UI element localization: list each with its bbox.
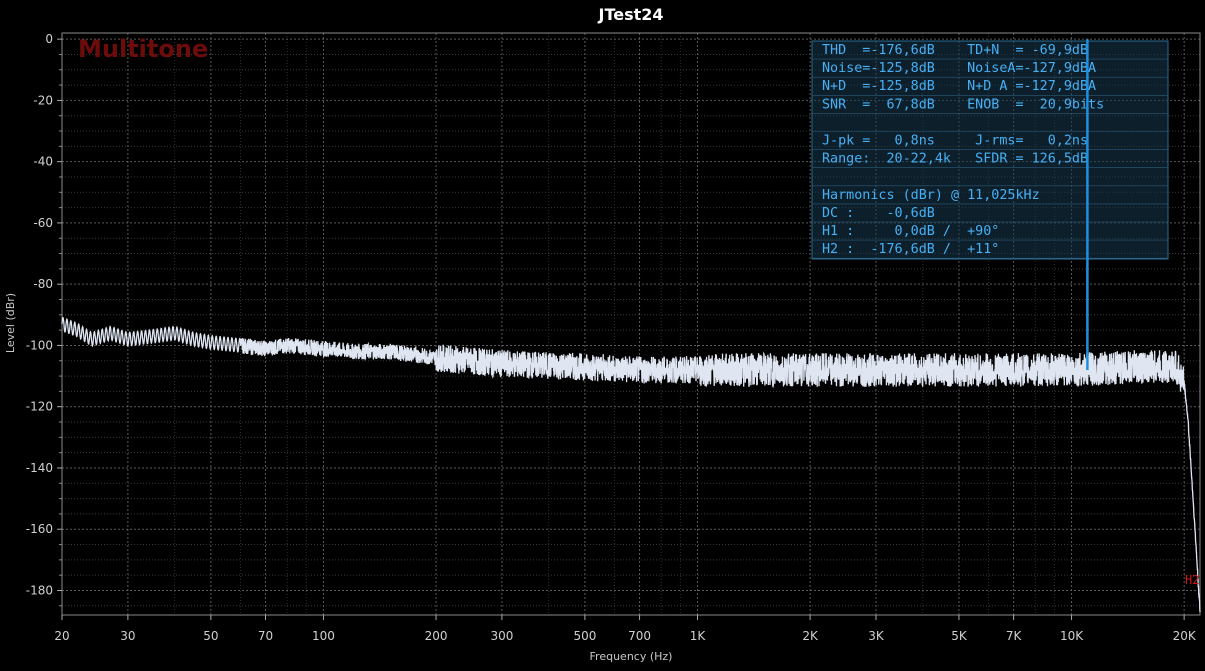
y-tick-label: -120 <box>26 400 53 414</box>
stats-line: Range: 20-22,4k SFDR = 126,5dB <box>822 152 1088 167</box>
y-axis-label: Level (dBr) <box>4 293 17 353</box>
stats-line: SNR = 67,8dB ENOB = 20,9bits <box>822 97 1104 112</box>
stats-line: J-pk = 0,8ns J-rms= 0,2ns <box>822 134 1088 149</box>
x-tick-label: 200 <box>425 629 448 643</box>
x-tick-label: 50 <box>203 629 218 643</box>
x-tick-label: 1K <box>690 629 707 643</box>
y-tick-label: -60 <box>33 216 53 230</box>
x-tick-label: 7K <box>1006 629 1023 643</box>
y-tick-label: -100 <box>26 338 53 352</box>
stats-line: H1 : 0,0dB / +90° <box>822 224 999 239</box>
y-tick-label: -40 <box>33 155 53 169</box>
stats-line: N+D =-125,8dB N+D A =-127,9dBA <box>822 79 1096 94</box>
x-tick-label: 20K <box>1173 629 1197 643</box>
y-tick-label: -80 <box>33 277 53 291</box>
stats-line: Noise=-125,8dB NoiseA=-127,9dBA <box>822 61 1096 76</box>
x-tick-label: 20 <box>54 629 69 643</box>
watermark: Multitone <box>78 35 208 63</box>
stats-line: THD =-176,6dB TD+N = -69,9dB <box>822 43 1088 58</box>
x-tick-label: 10K <box>1060 629 1084 643</box>
x-tick-label: 5K <box>951 629 968 643</box>
stats-line: DC : -0,6dB <box>822 206 935 221</box>
y-tick-label: 0 <box>45 32 53 46</box>
y-tick-label: -20 <box>33 93 53 107</box>
x-tick-label: 100 <box>312 629 335 643</box>
stats-box: THD =-176,6dB TD+N = -69,9dB Noise=-125,8… <box>811 40 1169 260</box>
x-tick-label: 500 <box>573 629 596 643</box>
marker-h2-label: H2 <box>1185 573 1199 587</box>
stats-line: H2 : -176,6dB / +11° <box>822 242 999 257</box>
y-tick-label: -140 <box>26 461 53 475</box>
markers-layer: H2 <box>1185 573 1199 587</box>
x-tick-label: 3K <box>868 629 885 643</box>
spectrum-chart: JTest24 Multitone 0 -20 -40 -60 -80 -100 -120 -… <box>0 0 1205 671</box>
stats-line: Harmonics (dBr) @ 11,025kHz <box>822 188 1040 203</box>
x-tick-label: 30 <box>120 629 135 643</box>
x-tick-label: 70 <box>258 629 273 643</box>
x-tick-label: 2K <box>802 629 819 643</box>
chart-title: JTest24 <box>597 5 663 24</box>
y-tick-label: -160 <box>26 522 53 536</box>
y-tick-label: -180 <box>26 583 53 597</box>
x-axis-label: Frequency (Hz) <box>590 650 673 663</box>
x-tick-label: 700 <box>628 629 651 643</box>
x-tick-label: 300 <box>490 629 513 643</box>
